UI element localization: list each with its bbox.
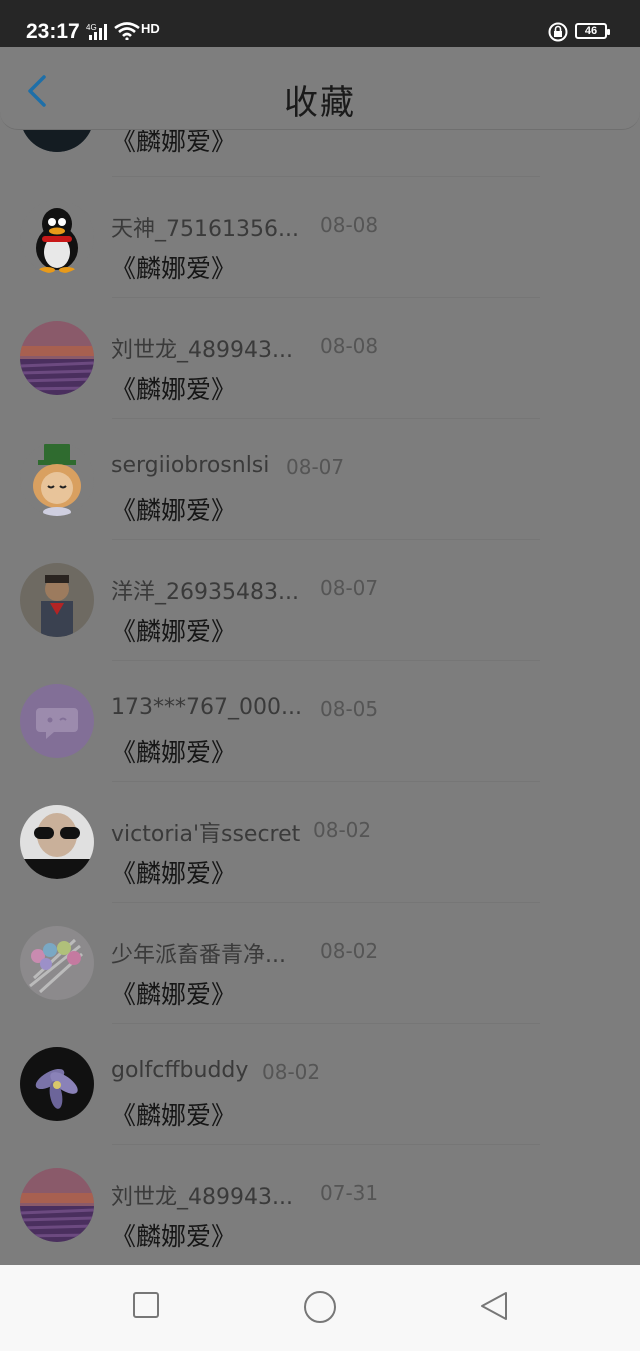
- item-username: 天神_75161356...: [111, 217, 299, 242]
- status-bar: 23:17 4G HD 46: [0, 0, 640, 47]
- square-icon: [133, 1292, 159, 1318]
- avatar: [20, 684, 94, 758]
- battery-icon: 46: [575, 23, 610, 39]
- page-title: 收藏: [284, 83, 356, 123]
- system-nav-bar: [0, 1265, 640, 1351]
- signal-icon: 4G: [86, 23, 108, 45]
- item-date: 08-02: [313, 818, 372, 842]
- hd-icon: HD: [141, 21, 160, 36]
- nav-back-button[interactable]: [478, 1291, 510, 1325]
- list-item[interactable]: sergiiobrosnlsi 08-07 《麟娜爱》: [0, 419, 640, 540]
- item-username: sergiiobrosnlsi: [111, 453, 270, 478]
- item-date: 08-08: [320, 213, 379, 237]
- wifi-icon: [114, 22, 140, 44]
- item-date: 08-02: [262, 1060, 321, 1084]
- item-title: 《麟娜爱》: [111, 617, 237, 646]
- list-item[interactable]: 刘世龙_489943... 08-08 《麟娜爱》: [0, 298, 640, 419]
- item-date: 08-07: [286, 455, 345, 479]
- item-username: 刘世龙_489943...: [111, 1185, 293, 1210]
- item-username: 刘世龙_489943...: [111, 338, 293, 363]
- item-title: 《麟娜爱》: [111, 859, 237, 888]
- favorites-list[interactable]: 《麟娜爱》 天神_75161356... 08-08 《麟娜爱》 刘世龙_489…: [0, 60, 640, 1265]
- item-date: 08-08: [320, 334, 379, 358]
- circle-icon: [304, 1291, 336, 1323]
- item-date: 07-31: [320, 1181, 379, 1205]
- network-label: 4G: [86, 23, 97, 32]
- list-item[interactable]: 天神_75161356... 08-08 《麟娜爱》: [0, 177, 640, 298]
- item-username: 洋洋_26935483...: [111, 580, 299, 605]
- triangle-back-icon: [481, 1292, 507, 1320]
- item-title: 《麟娜爱》: [111, 1101, 237, 1130]
- home-button[interactable]: [303, 1290, 337, 1328]
- recent-apps-button[interactable]: [132, 1291, 160, 1323]
- item-title: 《麟娜爱》: [111, 980, 237, 1009]
- item-username: victoria'肓ssecret: [111, 822, 301, 847]
- list-item[interactable]: 173***767_000... 08-05 《麟娜爱》: [0, 661, 640, 782]
- item-date: 08-07: [320, 576, 379, 600]
- item-date: 08-05: [320, 697, 379, 721]
- avatar: [20, 1168, 94, 1242]
- header-bar: 收藏: [0, 47, 640, 130]
- item-title: 《麟娜爱》: [111, 496, 237, 525]
- item-title: 《麟娜爱》: [111, 738, 237, 767]
- avatar: [20, 805, 94, 879]
- list-item[interactable]: golfcffbuddy 08-02 《麟娜爱》: [0, 1024, 640, 1145]
- status-time: 23:17: [26, 20, 80, 43]
- avatar: [20, 200, 94, 274]
- avatar: [20, 1047, 94, 1121]
- list-item[interactable]: victoria'肓ssecret 08-02 《麟娜爱》: [0, 782, 640, 903]
- item-username: golfcffbuddy: [111, 1058, 249, 1083]
- list-item[interactable]: 少年派畜番青净... 08-02 《麟娜爱》: [0, 903, 640, 1024]
- item-username: 173***767_000...: [111, 695, 302, 720]
- list-item[interactable]: 刘世龙_489943... 07-31 《麟娜爱》: [0, 1145, 640, 1265]
- item-date: 08-02: [320, 939, 379, 963]
- rotation-lock-icon: [548, 22, 568, 46]
- item-title: 《麟娜爱》: [111, 375, 237, 404]
- avatar: [20, 442, 94, 516]
- avatar: [20, 321, 94, 395]
- avatar: [20, 926, 94, 1000]
- list-item[interactable]: 洋洋_26935483... 08-07 《麟娜爱》: [0, 540, 640, 661]
- item-title: 《麟娜爱》: [111, 1222, 237, 1251]
- avatar: [20, 563, 94, 637]
- item-username: 少年派畜番青净...: [111, 943, 286, 968]
- item-title: 《麟娜爱》: [111, 254, 237, 283]
